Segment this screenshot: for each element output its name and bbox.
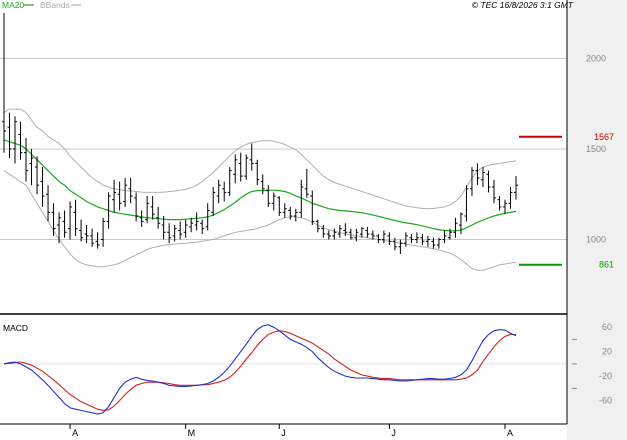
x-tick-label: J — [391, 428, 396, 438]
macd-y-tick-label: -20 — [599, 371, 612, 381]
macd-panel: MACD 60 20 -20 -60 — [0, 316, 612, 424]
legend: MA20 BBands — [2, 0, 81, 10]
macd-panel-frame — [0, 316, 567, 424]
macd-y-tick-label: 20 — [602, 347, 612, 357]
x-tick-label: M — [188, 428, 196, 438]
stock-chart: 1567861 100015002000 MA20 BBands © TEC 1… — [0, 0, 627, 440]
axis-sidebar — [567, 0, 627, 440]
macd-title: MACD — [3, 323, 28, 333]
macd-y-tick-label: 60 — [602, 322, 612, 332]
price-y-tick-label: 1500 — [586, 144, 606, 154]
price-y-tick-label: 1000 — [586, 235, 606, 245]
resistance-label: 1567 — [594, 132, 614, 142]
price-y-tick-label: 2000 — [586, 53, 606, 63]
legend-bands: BBands — [40, 0, 70, 10]
copyright: © TEC 16/8/2026 3:1 GMT — [472, 0, 574, 10]
legend-ma: MA20 — [2, 0, 24, 10]
x-axis: AMJJA — [0, 423, 567, 438]
x-tick-label: J — [281, 428, 286, 438]
x-tick-label: A — [507, 428, 513, 438]
x-tick-label: A — [72, 428, 78, 438]
price-panel: 1567 861 1000 1500 2000 MA20 BBands © TEC 1… — [0, 0, 614, 313]
macd-y-tick-label: -60 — [599, 396, 612, 406]
support-label: 861 — [599, 260, 614, 270]
price-panel-frame — [0, 0, 567, 313]
